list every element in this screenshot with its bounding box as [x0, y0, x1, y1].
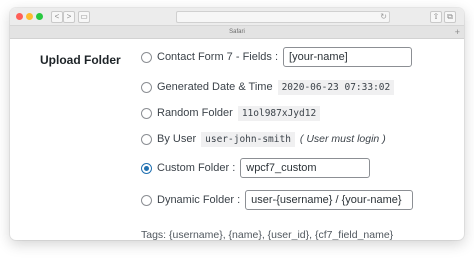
option-label: Dynamic Folder : [157, 194, 241, 206]
option-by-user[interactable]: By User user-john-smith ( User must logi… [141, 128, 386, 150]
forward-icon[interactable]: > [63, 11, 75, 23]
sidebar-icon[interactable]: ▭ [78, 11, 90, 23]
option-datetime[interactable]: Generated Date & Time 2020-06-23 07:33:0… [141, 76, 395, 98]
address-bar[interactable]: ↻ [176, 11, 390, 23]
login-note: ( User must login ) [299, 133, 386, 145]
user-code: user-john-smith [201, 131, 295, 147]
option-random-folder[interactable]: Random Folder 11ol987xJyd12 [141, 102, 321, 124]
minimize-window-button[interactable] [26, 13, 33, 20]
share-icon[interactable]: ⇧ [430, 11, 442, 23]
reload-icon[interactable]: ↻ [380, 12, 387, 22]
dynamic-folder-input[interactable]: user-{username} / {your-name} [245, 190, 414, 210]
upload-folder-label: Upload Folder [40, 53, 121, 67]
radio-custom-folder[interactable] [141, 162, 152, 174]
radio-dynamic-folder[interactable] [141, 194, 152, 206]
option-label: By User [157, 133, 197, 145]
radio-random-folder[interactable] [141, 107, 152, 119]
random-folder-code: 11ol987xJyd12 [237, 105, 321, 121]
radio-by-user[interactable] [141, 133, 152, 145]
option-cf7-fields[interactable]: Contact Form 7 - Fields : [your-name] [141, 46, 413, 68]
option-custom-folder[interactable]: Custom Folder : wpcf7_custom [141, 157, 371, 179]
option-dynamic-folder[interactable]: Dynamic Folder : user-{username} / {your… [141, 189, 414, 211]
close-window-button[interactable] [16, 13, 23, 20]
tabs-overview-icon[interactable]: ⧉ [444, 11, 456, 23]
browser-window: < > ▭ ↻ ⇧ ⧉ Safari + Upload Folder Conta… [10, 8, 464, 240]
back-icon[interactable]: < [51, 11, 63, 23]
radio-datetime[interactable] [141, 81, 152, 93]
custom-folder-input[interactable]: wpcf7_custom [240, 158, 371, 178]
option-label: Generated Date & Time [157, 81, 273, 93]
tab-bar: Safari + [10, 26, 464, 39]
settings-panel: Upload Folder Contact Form 7 - Fields : … [10, 39, 464, 240]
new-tab-icon[interactable]: + [455, 26, 460, 38]
datetime-code: 2020-06-23 07:33:02 [277, 79, 395, 95]
option-label: Random Folder [157, 107, 233, 119]
option-label: Custom Folder : [157, 162, 236, 174]
option-label: Contact Form 7 - Fields : [157, 51, 279, 63]
tags-hint: Tags: {username}, {name}, {user_id}, {cf… [141, 229, 394, 240]
cf7-field-input[interactable]: [your-name] [283, 47, 413, 67]
zoom-window-button[interactable] [36, 13, 43, 20]
tab-title[interactable]: Safari [10, 26, 464, 38]
radio-cf7-fields[interactable] [141, 51, 152, 63]
browser-toolbar: < > ▭ ↻ ⇧ ⧉ [10, 8, 464, 26]
